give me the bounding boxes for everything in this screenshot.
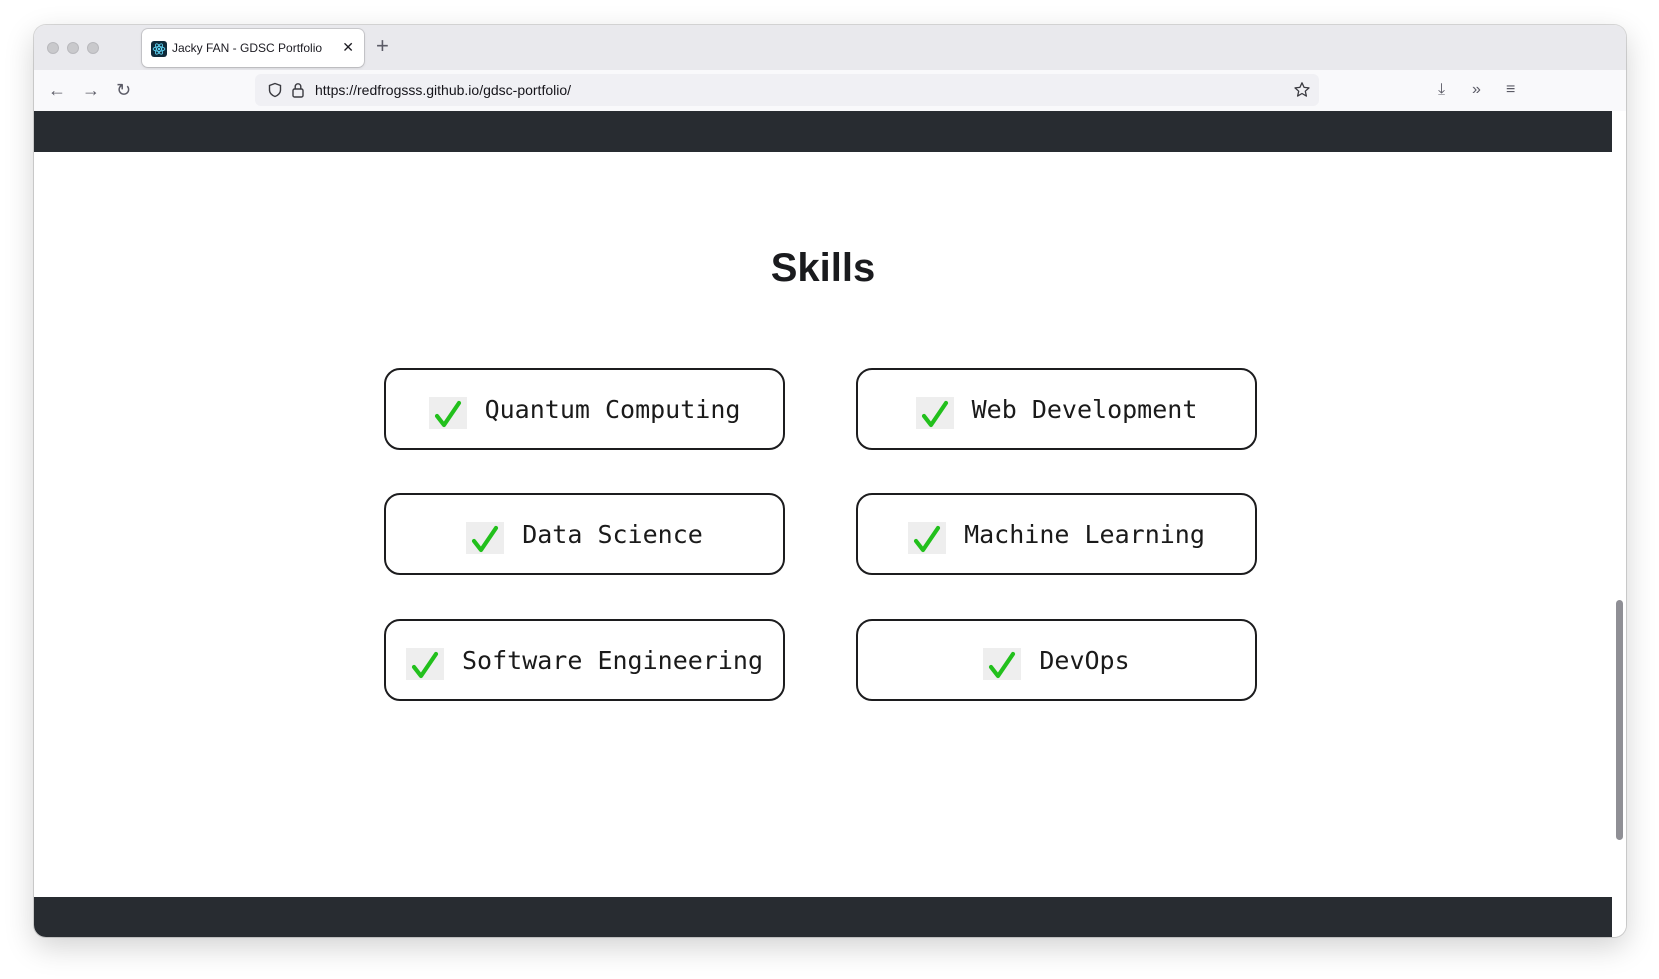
download-icon[interactable]: ⤓	[1438, 79, 1445, 101]
tab-bar: Jacky FAN - GDSC Portfolio ✕ +	[34, 25, 1626, 70]
shield-icon[interactable]	[267, 82, 283, 98]
scrollbar-thumb[interactable]	[1616, 600, 1623, 840]
address-bar[interactable]: https://redfrogsss.github.io/gdsc-portfo…	[255, 74, 1319, 106]
reload-button[interactable]: ↻	[116, 79, 131, 101]
url-text[interactable]: https://redfrogsss.github.io/gdsc-portfo…	[315, 82, 571, 98]
check-mark-icon	[908, 522, 947, 554]
browser-window: Jacky FAN - GDSC Portfolio ✕ + ← → ↻ htt…	[34, 25, 1626, 937]
hamburger-menu-icon[interactable]: ≡	[1506, 79, 1515, 101]
skill-card: Web Development	[856, 368, 1257, 450]
header-bar	[34, 111, 1612, 152]
back-button[interactable]: ←	[48, 79, 66, 101]
skill-label: DevOps	[1039, 645, 1130, 675]
skill-card: Machine Learning	[856, 493, 1257, 575]
overflow-menu-icon[interactable]: »	[1472, 79, 1481, 101]
check-mark-icon	[428, 397, 467, 429]
skill-card: Quantum Computing	[384, 368, 785, 450]
skill-label: Machine Learning	[964, 519, 1205, 549]
forward-button[interactable]: →	[82, 79, 100, 101]
skill-card: Software Engineering	[384, 619, 785, 701]
skill-label: Web Development	[971, 394, 1198, 424]
check-mark-icon	[466, 522, 505, 554]
navigation-toolbar: ← → ↻ https://redfrogsss.github.io/gdsc-…	[34, 70, 1626, 112]
minimize-window-button[interactable]	[67, 42, 79, 54]
page-viewport: Skills Quantum Computing Web Development…	[34, 111, 1612, 937]
check-mark-icon	[405, 648, 444, 680]
check-mark-icon	[915, 397, 954, 429]
skill-card: Data Science	[384, 493, 785, 575]
tab-title: Jacky FAN - GDSC Portfolio	[172, 41, 323, 55]
skill-card: DevOps	[856, 619, 1257, 701]
skill-label: Software Engineering	[461, 645, 764, 675]
skill-label: Quantum Computing	[484, 394, 741, 424]
close-tab-icon[interactable]: ✕	[342, 39, 354, 55]
zoom-window-button[interactable]	[87, 42, 99, 54]
footer-bar	[34, 897, 1612, 937]
check-mark-icon	[983, 648, 1022, 680]
new-tab-button[interactable]: +	[376, 34, 389, 58]
tab-active[interactable]: Jacky FAN - GDSC Portfolio ✕	[142, 29, 364, 67]
skill-label: Data Science	[522, 519, 703, 549]
skills-section-title: Skills	[770, 246, 876, 290]
lock-icon[interactable]	[291, 82, 305, 98]
close-window-button[interactable]	[47, 42, 59, 54]
react-logo-icon	[151, 41, 167, 57]
bookmark-star-icon[interactable]	[1293, 81, 1311, 99]
